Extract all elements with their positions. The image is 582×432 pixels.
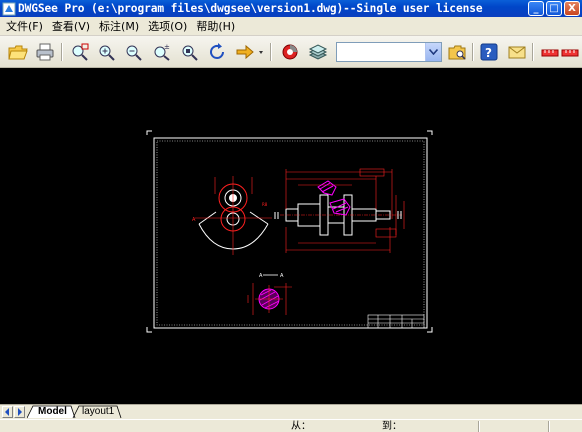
svg-text:R8: R8 (262, 202, 268, 207)
email-icon[interactable] (506, 41, 528, 63)
print-icon[interactable] (34, 41, 56, 63)
tab-prev-button[interactable] (2, 406, 13, 418)
menu-help[interactable]: 帮助(H) (193, 18, 241, 34)
minimize-button[interactable]: _ (528, 1, 544, 16)
title-bar: DWGSee Pro (e:\program files\dwgsee\vers… (0, 0, 582, 17)
help-icon[interactable]: ? (478, 41, 500, 63)
status-divider (548, 421, 550, 432)
status-to-label: 到： (382, 421, 402, 432)
chevron-down-icon[interactable] (425, 43, 441, 61)
layer-select[interactable] (336, 42, 442, 62)
dwg-drawing: A R8 A A (146, 130, 433, 333)
section-a-a: A A (247, 273, 292, 315)
status-divider (478, 421, 480, 432)
maximize-button[interactable]: □ (546, 1, 562, 16)
crank-end-view: A R8 (192, 176, 272, 255)
status-bar: 从： 到： (0, 419, 582, 432)
render-icon[interactable] (279, 41, 301, 63)
zoom-out-icon[interactable] (123, 41, 145, 63)
measure-icon[interactable] (540, 41, 580, 63)
zoom-extents-icon[interactable] (179, 41, 201, 63)
tab-model[interactable]: Model (35, 405, 70, 419)
next-arrow-icon[interactable] (235, 41, 265, 63)
menu-file[interactable]: 文件(F) (3, 18, 49, 34)
app-icon (2, 2, 16, 15)
layout-tabs-bar: Model layout1 (0, 404, 582, 419)
title-block (367, 314, 425, 329)
menu-annotate[interactable]: 标注(M) (96, 18, 145, 34)
toolbar-separator (61, 43, 63, 61)
open-folder-icon[interactable] (7, 41, 29, 63)
tab-next-button[interactable] (14, 406, 25, 418)
toolbar-separator (532, 43, 534, 61)
svg-text:±: ± (164, 43, 170, 51)
layers-icon[interactable] (307, 41, 329, 63)
toolbar-separator (270, 43, 272, 61)
zoom-in-icon[interactable] (96, 41, 118, 63)
toolbar-separator (472, 43, 474, 61)
menu-view[interactable]: 查看(V) (49, 18, 96, 34)
drawing-canvas[interactable]: A R8 A A (0, 69, 582, 403)
zoom-window-icon[interactable] (69, 41, 91, 63)
svg-text:A: A (192, 217, 196, 223)
svg-text:A: A (280, 273, 284, 279)
folder-search-icon[interactable] (447, 41, 469, 63)
svg-text:?: ? (485, 46, 492, 60)
window-title: DWGSee Pro (e:\program files\dwgsee\vers… (18, 2, 483, 15)
menu-bar: 文件(F) 查看(V) 标注(M) 选项(O) 帮助(H) (0, 17, 582, 36)
zoom-realtime-icon[interactable]: ± (151, 41, 173, 63)
svg-text:A: A (259, 273, 263, 279)
shaft-side-view (274, 168, 405, 253)
menu-options[interactable]: 选项(O) (145, 18, 193, 34)
rotate-icon[interactable] (207, 41, 229, 63)
close-button[interactable]: X (564, 1, 580, 16)
status-from-label: 从： (291, 421, 311, 432)
tab-layout1[interactable]: layout1 (79, 405, 117, 419)
